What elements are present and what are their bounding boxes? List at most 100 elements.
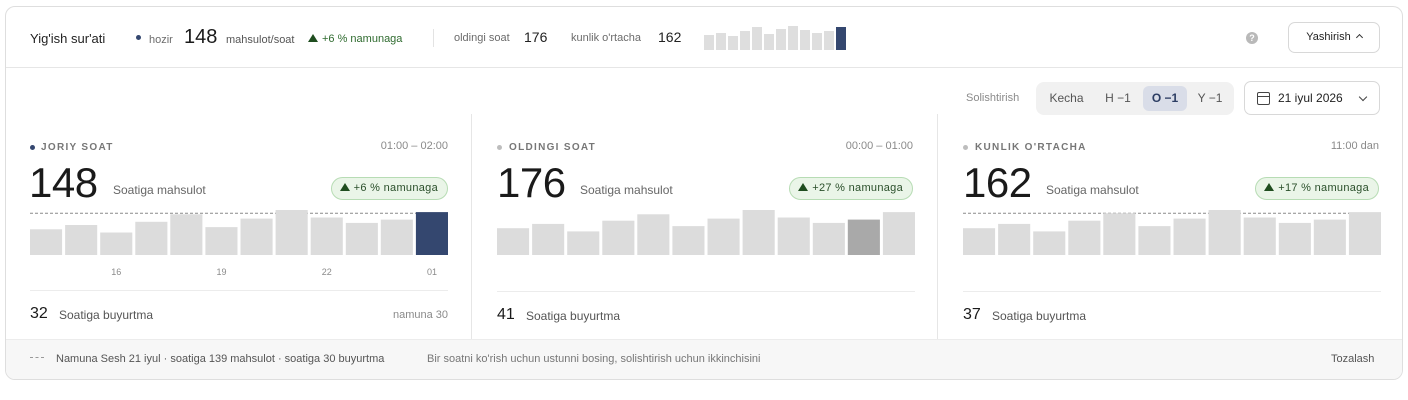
panel-unit: Soatiga mahsulot — [580, 183, 673, 197]
hour-bar[interactable] — [777, 217, 810, 256]
hour-bar[interactable] — [1278, 222, 1311, 255]
panel-divider — [30, 290, 448, 291]
current-dot-icon — [136, 35, 141, 40]
orders-label: Soatiga buyurtma — [526, 309, 621, 323]
hour-bar[interactable] — [1033, 231, 1066, 255]
hour-bar[interactable] — [170, 214, 203, 255]
compare-label: Solishtirish — [966, 92, 1020, 104]
hour-bar[interactable] — [345, 222, 378, 255]
hour-bar[interactable] — [998, 223, 1031, 255]
sparkline-bar — [776, 29, 786, 50]
calendar-icon — [1257, 92, 1270, 105]
panel-title: KUNLIK O'RTACHA — [975, 142, 1087, 153]
up-triangle-icon — [798, 183, 809, 191]
hour-bar[interactable] — [637, 214, 670, 255]
compare-option-yesterday[interactable]: Kecha — [1040, 86, 1093, 111]
now-unit: mahsulot/soat — [226, 34, 295, 46]
sparkline-chart — [704, 26, 846, 50]
sparkline-bar — [800, 30, 810, 50]
sparkline-bar — [752, 27, 762, 50]
hide-button[interactable]: Yashirish — [1288, 22, 1380, 53]
hour-bar[interactable] — [882, 212, 915, 255]
panel-title: JORIY SOAT — [41, 142, 114, 153]
hour-bar[interactable] — [240, 218, 273, 255]
sparkline-bar — [764, 34, 774, 50]
dashed-line-icon — [30, 357, 44, 358]
sparkline-bar — [788, 26, 798, 50]
hour-bar[interactable] — [672, 226, 705, 255]
panel-dot-icon — [30, 145, 35, 150]
compare-segmented-control: Kecha H −1 O −1 Y −1 — [1036, 82, 1234, 115]
date-picker-button[interactable]: 21 iyul 2026 — [1244, 81, 1380, 115]
hour-bar[interactable] — [1068, 220, 1101, 255]
panel-value: 162 — [963, 159, 1032, 206]
hour-bar[interactable] — [1348, 212, 1381, 255]
prev-label: oldingi soat — [454, 32, 510, 44]
hour-bar[interactable] — [1208, 210, 1241, 255]
prev-value: 176 — [524, 29, 548, 45]
hour-bar[interactable] — [742, 210, 775, 255]
panel-unit: Soatiga mahsulot — [1046, 183, 1139, 197]
sparkline-bar — [824, 31, 834, 50]
hour-bar[interactable] — [380, 219, 413, 255]
help-icon[interactable]: ? — [1246, 32, 1258, 44]
hour-bar[interactable] — [100, 232, 133, 256]
panel-current-hour: JORIY SOAT 01:00 – 02:00 148 Soatiga mah… — [6, 114, 472, 340]
sparkline-bar — [836, 27, 846, 50]
hour-bar[interactable] — [275, 210, 308, 255]
up-triangle-icon — [1264, 183, 1275, 191]
now-label: hozir — [149, 34, 173, 46]
panel-unit: Soatiga mahsulot — [113, 183, 206, 197]
panel-previous-hour: OLDINGI SOAT 00:00 – 01:00 176 Soatiga m… — [471, 114, 937, 340]
compare-option-year[interactable]: Y −1 — [1190, 86, 1230, 111]
panel-divider — [963, 291, 1381, 292]
sparkline-bar — [812, 33, 822, 50]
orders-value: 37 — [963, 306, 981, 323]
hour-bar[interactable] — [707, 218, 740, 255]
orders-target: namuna 30 — [392, 309, 448, 321]
orders-value: 41 — [497, 306, 515, 323]
hour-bar[interactable] — [65, 225, 98, 255]
now-value: 148 — [184, 26, 218, 48]
compare-option-month[interactable]: O −1 — [1143, 86, 1187, 111]
hour-bar[interactable] — [497, 228, 530, 255]
hour-bar[interactable] — [310, 217, 343, 256]
x-tick-label: 22 — [322, 267, 332, 277]
hour-bar[interactable] — [1243, 217, 1276, 256]
hourly-bar-chart[interactable] — [30, 210, 448, 270]
delta-badge: +27 % namunaga — [789, 177, 913, 200]
hour-bar[interactable] — [415, 212, 448, 255]
panel-time: 00:00 – 01:00 — [845, 140, 913, 152]
avg-value: 162 — [658, 29, 682, 45]
hour-bar[interactable] — [567, 231, 600, 255]
hour-bar[interactable] — [532, 223, 565, 255]
chevron-down-icon — [1358, 92, 1368, 102]
up-triangle-icon — [308, 34, 318, 42]
x-tick-label: 16 — [111, 267, 121, 277]
hour-bar[interactable] — [1103, 213, 1136, 255]
panel-time: 01:00 – 02:00 — [380, 140, 448, 152]
orders-value: 32 — [30, 305, 48, 322]
legend-footer: Namuna Sesh 21 iyul · soatiga 139 mahsul… — [6, 339, 1402, 379]
hour-bar[interactable] — [847, 219, 880, 255]
hour-bar[interactable] — [1138, 226, 1171, 255]
sparkline-bar — [728, 36, 738, 50]
throughput-card: Yig'ish sur'ati hozir 148 mahsulot/soat … — [5, 6, 1403, 380]
hourly-bar-chart[interactable] — [963, 210, 1381, 270]
panel-value: 176 — [497, 159, 566, 206]
orders-label: Soatiga buyurtma — [992, 309, 1087, 323]
compare-option-week[interactable]: H −1 — [1096, 86, 1140, 111]
hour-bar[interactable] — [963, 228, 996, 255]
hour-bar[interactable] — [30, 229, 63, 255]
chevron-up-icon — [1355, 33, 1363, 42]
hour-bar[interactable] — [602, 220, 635, 255]
hour-bar[interactable] — [812, 222, 845, 255]
hour-bar[interactable] — [1173, 218, 1206, 255]
hourly-bar-chart[interactable] — [497, 210, 915, 270]
hour-bar[interactable] — [135, 221, 168, 255]
hour-bar[interactable] — [1313, 219, 1346, 255]
summary-bar: Yig'ish sur'ati hozir 148 mahsulot/soat … — [6, 7, 1402, 68]
hour-bar[interactable] — [205, 227, 238, 255]
x-axis-ticks: 16 19 22 01 — [111, 267, 437, 277]
clear-button[interactable]: Tozalash — [1331, 353, 1374, 365]
